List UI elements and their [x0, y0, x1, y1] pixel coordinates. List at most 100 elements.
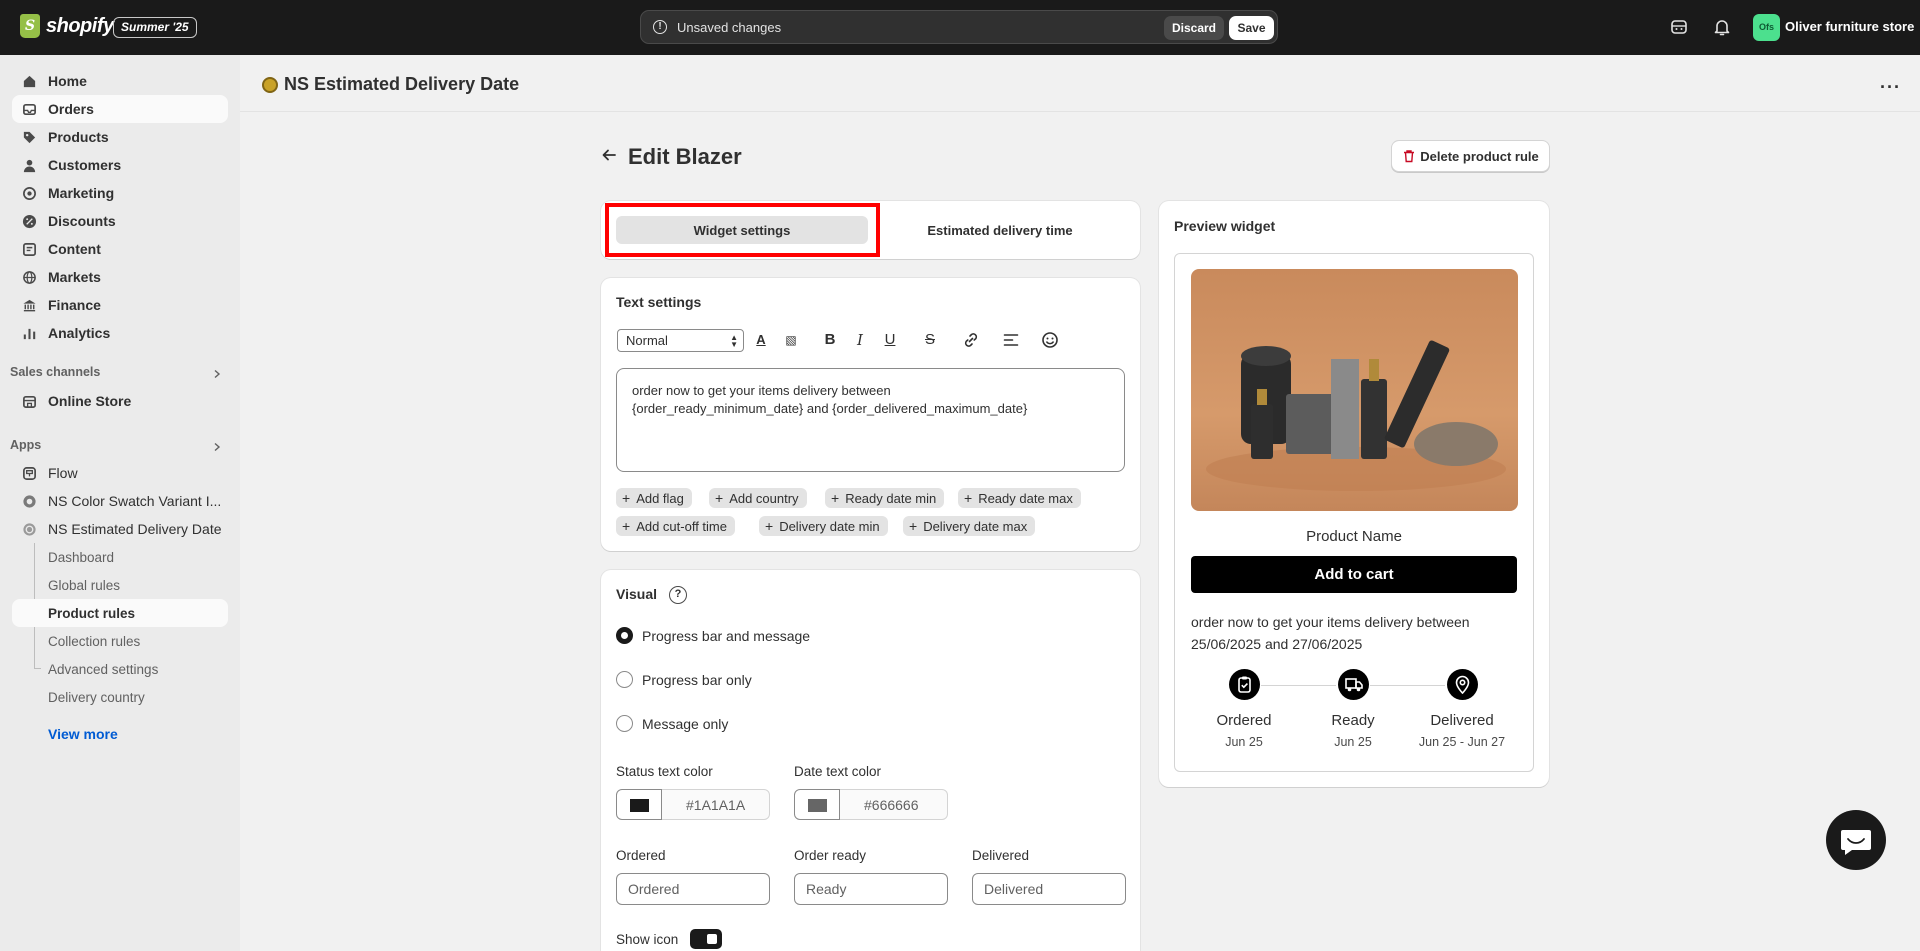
chip-label: Add country — [729, 491, 799, 506]
highlight-annotation — [605, 203, 880, 257]
store-name[interactable]: Oliver furniture store — [1785, 19, 1914, 34]
delete-product-rule-button[interactable]: Delete product rule — [1391, 140, 1550, 172]
sidebar-sub-collection-rules[interactable]: Collection rules — [12, 627, 228, 655]
swatch-fill — [630, 799, 649, 812]
sidebar-item-label: NS Color Swatch Variant I... — [48, 493, 222, 509]
bell-icon[interactable] — [1712, 17, 1732, 37]
help-icon[interactable]: ? — [669, 586, 687, 604]
sidebar-item-orders[interactable]: Orders — [12, 95, 228, 123]
sidebar-item-home[interactable]: Home — [12, 67, 228, 95]
add-flag-chip[interactable]: + Add flag — [616, 488, 692, 508]
sidebar-item-marketing[interactable]: Marketing — [12, 179, 228, 207]
more-actions-icon[interactable]: ··· — [1880, 77, 1901, 98]
italic-icon[interactable]: I — [851, 331, 869, 349]
plus-icon: + — [622, 490, 631, 506]
truck-icon — [1345, 678, 1363, 692]
chevron-right-icon[interactable] — [212, 369, 222, 379]
tab-estimated-delivery-time[interactable]: Estimated delivery time — [880, 216, 1120, 244]
delivery-date-max-chip[interactable]: + Delivery date max — [903, 516, 1036, 536]
chat-bubble-icon — [1841, 830, 1871, 855]
align-left-icon[interactable] — [1002, 331, 1020, 349]
apps-heading[interactable]: Apps — [10, 438, 41, 452]
view-more-link[interactable]: View more — [48, 726, 118, 742]
chat-button[interactable] — [1826, 810, 1886, 870]
radio-progress-bar-only[interactable] — [616, 671, 633, 688]
sidebar-item-content[interactable]: Content — [12, 235, 228, 263]
add-country-chip[interactable]: + Add country — [709, 488, 807, 508]
step-delivered — [1447, 669, 1478, 700]
emoji-icon[interactable] — [1041, 331, 1059, 349]
underline-icon[interactable]: U — [881, 331, 899, 349]
add-to-cart-button[interactable]: Add to cart — [1191, 556, 1517, 593]
ready-date-max-chip[interactable]: + Ready date max — [958, 488, 1081, 508]
show-icon-toggle[interactable] — [690, 929, 722, 949]
sidebar-item-label: Content — [48, 241, 101, 257]
delivery-date-min-chip[interactable]: + Delivery date min — [759, 516, 888, 536]
status-color-hex-input[interactable]: #1A1A1A — [662, 789, 770, 820]
sidebar-item-online-store[interactable]: Online Store — [12, 387, 228, 415]
date-color-hex-input[interactable]: #666666 — [840, 789, 948, 820]
step-ordered — [1229, 669, 1260, 700]
radio-label[interactable]: Message only — [642, 716, 728, 732]
swatch-fill — [808, 799, 827, 812]
sidebar-sub-global-rules[interactable]: Global rules — [12, 571, 228, 599]
sidebar-item-ns-color-swatch[interactable]: NS Color Swatch Variant I... — [12, 487, 228, 515]
sidebar-item-products[interactable]: Products — [12, 123, 228, 151]
store-icon — [23, 395, 36, 408]
sidebar-sub-advanced-settings[interactable]: Advanced settings — [12, 655, 228, 683]
add-cutoff-time-chip[interactable]: + Add cut-off time — [616, 516, 735, 536]
sidebar-item-ns-estimated-delivery[interactable]: NS Estimated Delivery Date — [12, 515, 228, 543]
ready-date-min-chip[interactable]: + Ready date min — [825, 488, 945, 508]
sales-channels-heading[interactable]: Sales channels — [10, 365, 100, 379]
sidebar-sub-label: Delivery country — [48, 690, 145, 705]
text-color-icon[interactable]: A — [752, 331, 770, 349]
sidebar-item-finance[interactable]: Finance — [12, 291, 228, 319]
delivered-input[interactable]: Delivered — [972, 873, 1126, 905]
sidekick-icon[interactable] — [1669, 17, 1689, 37]
message-editor[interactable]: order now to get your items delivery bet… — [616, 368, 1125, 472]
chip-label: Add flag — [636, 491, 684, 506]
page-title: Edit Blazer — [628, 144, 742, 169]
product-image — [1191, 269, 1518, 511]
shopify-bag-icon — [20, 14, 40, 38]
radio-progress-bar-and-message[interactable] — [616, 627, 633, 644]
logo-text: shopify — [46, 14, 114, 37]
product-photo-illustration — [1206, 340, 1506, 491]
plus-icon: + — [715, 490, 724, 506]
status-color-swatch[interactable] — [616, 789, 662, 820]
radio-message-only[interactable] — [616, 715, 633, 732]
shopify-logo[interactable]: shopify — [20, 14, 114, 38]
highlight-color-icon[interactable]: ▧ — [782, 331, 800, 349]
text-format-select[interactable]: Normal ▲ ▼ — [617, 329, 744, 352]
sidebar-item-label: Flow — [48, 465, 78, 481]
edition-badge[interactable]: Summer '25 — [113, 17, 197, 38]
sidebar-item-markets[interactable]: Markets — [12, 263, 228, 291]
order-ready-input[interactable]: Ready — [794, 873, 948, 905]
sidebar-sub-delivery-country[interactable]: Delivery country — [12, 683, 228, 711]
strikethrough-icon[interactable]: S — [921, 331, 939, 349]
sidebar-item-analytics[interactable]: Analytics — [12, 319, 228, 347]
home-icon — [23, 75, 36, 88]
sidebar-item-discounts[interactable]: Discounts — [12, 207, 228, 235]
sidebar-sub-dashboard[interactable]: Dashboard — [12, 543, 228, 571]
top-bar: shopify Summer '25 ! Unsaved changes Dis… — [0, 0, 1920, 55]
chip-label: Delivery date max — [923, 519, 1028, 534]
back-arrow-icon[interactable] — [600, 146, 618, 164]
sidebar-item-customers[interactable]: Customers — [12, 151, 228, 179]
ordered-input[interactable]: Ordered — [616, 873, 770, 905]
show-icon-label: Show icon — [616, 932, 679, 947]
radio-label[interactable]: Progress bar and message — [642, 628, 810, 644]
text-settings-title: Text settings — [616, 294, 702, 310]
order-ready-label: Order ready — [794, 848, 867, 863]
radio-label[interactable]: Progress bar only — [642, 672, 752, 688]
format-select-value: Normal — [626, 333, 668, 348]
chevron-right-icon[interactable] — [212, 442, 222, 452]
link-icon[interactable] — [962, 331, 980, 349]
bold-icon[interactable]: B — [821, 331, 839, 349]
sidebar-sub-product-rules[interactable]: Product rules — [12, 599, 228, 627]
sidebar-item-flow[interactable]: Flow — [12, 459, 228, 487]
save-button[interactable]: Save — [1229, 16, 1274, 40]
discard-button[interactable]: Discard — [1164, 16, 1224, 40]
store-avatar[interactable]: Ofs — [1753, 14, 1780, 41]
date-color-swatch[interactable] — [794, 789, 840, 820]
